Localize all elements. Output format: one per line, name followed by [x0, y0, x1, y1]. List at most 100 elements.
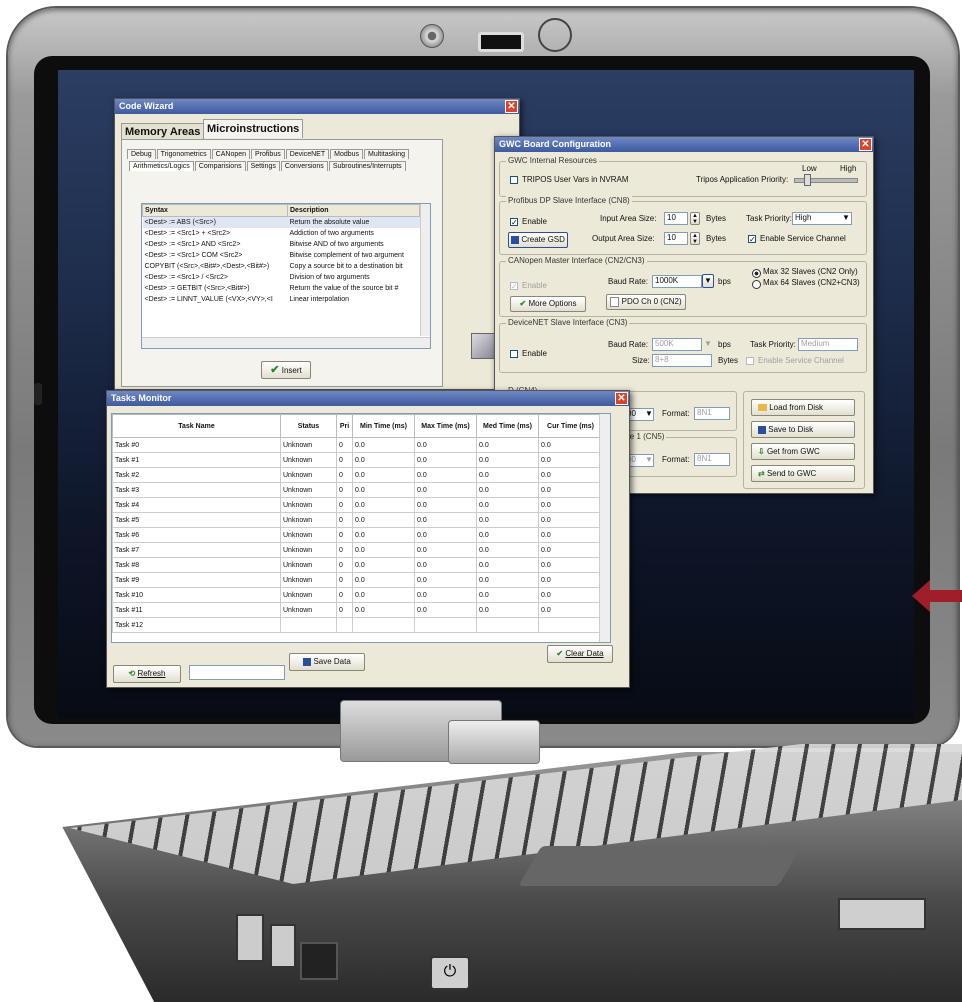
tab-microinstructions[interactable]: Microinstructions: [203, 119, 304, 138]
enable-service-checkbox[interactable]: ✓: [748, 235, 756, 244]
profibus-enable-checkbox[interactable]: ✓: [510, 218, 518, 227]
max-time-cell: 0.0: [414, 572, 477, 588]
send-gwc-button[interactable]: ⇄ Send to GWC: [751, 465, 855, 482]
close-icon[interactable]: ✕: [859, 138, 872, 151]
column-header-med-time[interactable]: Med Time (ms): [476, 414, 539, 438]
tab-modbus[interactable]: Modbus: [330, 149, 364, 159]
max64-radio[interactable]: [752, 280, 761, 289]
table-row[interactable]: Task #11 Unknown 0 0.0 0.0 0.0 0.0: [112, 602, 603, 618]
column-header-description[interactable]: Description: [287, 204, 420, 217]
close-icon[interactable]: ✕: [505, 100, 518, 113]
tab-conversions[interactable]: Conversions: [280, 161, 328, 171]
profibus-label: Profibus DP Slave Interface (CN8): [506, 196, 632, 205]
column-header-max-time[interactable]: Max Time (ms): [414, 414, 477, 438]
devicenet-service-checkbox[interactable]: [746, 357, 754, 365]
tab-trigonometrics[interactable]: Trigonometrics: [156, 149, 211, 159]
column-header-task-name[interactable]: Task Name: [112, 414, 281, 438]
output-size-field[interactable]: 10: [664, 232, 688, 245]
chevron-down-icon[interactable]: ▼: [645, 455, 653, 464]
output-size-stepper[interactable]: ▲ ▼: [690, 232, 700, 245]
chevron-down-icon[interactable]: ▼: [645, 409, 653, 418]
column-header-pri[interactable]: Pri: [336, 414, 353, 438]
devicenet-size-label: Size:: [632, 356, 650, 365]
table-row[interactable]: Task #5 Unknown 0 0.0 0.0 0.0 0.0: [112, 512, 603, 528]
tab-settings[interactable]: Settings: [246, 161, 280, 171]
front-port-2: [270, 924, 296, 968]
cur-time-cell: 0.0: [538, 542, 603, 558]
create-gsd-label: Create GSD: [521, 235, 565, 244]
power-button[interactable]: ⏻: [430, 956, 470, 990]
tab-arithmetics[interactable]: Arithmetics/Logics: [129, 161, 194, 171]
tab-devicenet[interactable]: DeviceNET: [285, 149, 330, 159]
vertical-scrollbar[interactable]: [599, 414, 610, 642]
table-row[interactable]: Task #8 Unknown 0 0.0 0.0 0.0 0.0: [112, 557, 603, 573]
tab-subroutines[interactable]: Subroutines/Interrupts: [328, 161, 406, 171]
tab-debug[interactable]: Debug: [127, 149, 156, 159]
refresh-button[interactable]: ⟲ Refresh: [113, 665, 181, 683]
insert-button[interactable]: ✔ Insert: [261, 361, 311, 379]
status-field[interactable]: [189, 665, 285, 680]
input-size-field[interactable]: 10: [664, 212, 688, 225]
tab-comparisions[interactable]: Comparisions: [194, 161, 246, 171]
table-row[interactable]: <Dest> := <Src1> + <Src2> Addiction of tw…: [143, 228, 420, 239]
column-header-cur-time[interactable]: Cur Time (ms): [538, 414, 603, 438]
table-row[interactable]: Task #1 Unknown 0 0.0 0.0 0.0 0.0: [112, 452, 603, 468]
tripos-checkbox[interactable]: [510, 176, 518, 184]
table-row[interactable]: Task #6 Unknown 0 0.0 0.0 0.0 0.0: [112, 527, 603, 543]
table-row[interactable]: <Dest> := GETBIT (<Src>,<Bit#>) Return th…: [143, 283, 420, 294]
devicenet-enable-checkbox[interactable]: [510, 350, 518, 358]
tab-canopen[interactable]: CANopen: [211, 149, 251, 159]
table-row[interactable]: <Dest> := ABS (<Src>) Return the absolute…: [142, 216, 420, 228]
save-disk-button[interactable]: Save to Disk: [751, 421, 855, 438]
tab-profibus[interactable]: Profibus: [251, 149, 285, 159]
table-row[interactable]: Task #7 Unknown 0 0.0 0.0 0.0 0.0: [112, 542, 603, 558]
devicenet-baud-select[interactable]: 500K: [652, 338, 702, 351]
pdo-button[interactable]: PDO Ch 0 (CN2): [606, 294, 686, 310]
load-disk-button[interactable]: Load from Disk: [751, 399, 855, 416]
table-row[interactable]: Task #9 Unknown 0 0.0 0.0 0.0 0.0: [112, 572, 603, 588]
table-row[interactable]: <Dest> := <Src1> AND <Src2> Bitwise AND o…: [143, 239, 420, 250]
clear-data-button[interactable]: ✔ Clear Data: [547, 645, 613, 663]
devicenet-priority-select[interactable]: Medium: [798, 338, 858, 351]
save-data-button[interactable]: Save Data: [289, 653, 365, 671]
serial2-format-select[interactable]: 8N1: [694, 453, 730, 466]
table-row[interactable]: Task #4 Unknown 0 0.0 0.0 0.0 0.0: [112, 497, 603, 513]
max32-radio[interactable]: [752, 269, 761, 278]
tab-multitasking[interactable]: Multitasking: [364, 149, 409, 159]
status-cell: Unknown: [280, 512, 337, 528]
med-time-cell: 0.0: [476, 542, 539, 558]
min-time-cell: 0.0: [352, 467, 415, 483]
status-cell: Unknown: [280, 482, 337, 498]
column-header-min-time[interactable]: Min Time (ms): [352, 414, 415, 438]
table-row[interactable]: Task #0 Unknown 0 0.0 0.0 0.0 0.0: [112, 437, 603, 453]
wizard-side-icon[interactable]: [471, 333, 495, 359]
close-icon[interactable]: ✕: [615, 392, 628, 405]
table-row[interactable]: Task #3 Unknown 0 0.0 0.0 0.0 0.0: [112, 482, 603, 498]
table-row[interactable]: <Dest> := <Src1> / <Src2> Division of two…: [143, 272, 420, 283]
chevron-down-icon[interactable]: ▼: [704, 339, 712, 348]
horizontal-scrollbar[interactable]: [142, 337, 430, 348]
input-size-stepper[interactable]: ▲ ▼: [690, 212, 700, 225]
hinge-knob: [448, 720, 540, 764]
table-row[interactable]: Task #12: [112, 617, 603, 633]
table-row[interactable]: COPYBIT (<Src>,<Bit#>,<Dest>,<Bit#>) Copy…: [143, 261, 420, 272]
create-gsd-button[interactable]: Create GSD: [508, 232, 568, 248]
priority-slider-thumb[interactable]: [804, 174, 811, 186]
chevron-down-icon[interactable]: ▼: [842, 213, 850, 222]
canopen-baud-select[interactable]: 1000K: [652, 275, 702, 288]
devicenet-bytes-label: Bytes: [718, 356, 739, 365]
get-gwc-button[interactable]: ⇩ Get from GWC: [751, 443, 855, 460]
column-header-syntax[interactable]: Syntax: [142, 204, 288, 217]
more-options-button[interactable]: ✔ More Options: [510, 296, 586, 312]
serial1-format-select[interactable]: 8N1: [694, 407, 730, 420]
table-row[interactable]: Task #10 Unknown 0 0.0 0.0 0.0 0.0: [112, 587, 603, 603]
table-row[interactable]: Task #2 Unknown 0 0.0 0.0 0.0 0.0: [112, 467, 603, 483]
devicenet-size-select[interactable]: 8+8: [652, 354, 712, 367]
chevron-down-icon[interactable]: ▼: [702, 274, 714, 288]
save-disk-label: Save to Disk: [768, 425, 814, 434]
vertical-scrollbar[interactable]: [420, 204, 430, 336]
column-header-status[interactable]: Status: [280, 414, 337, 438]
table-row[interactable]: <Dest> := <Src1> COM <Src2> Bitwise compl…: [143, 250, 420, 261]
canopen-enable-checkbox[interactable]: ✓: [510, 282, 518, 291]
table-row[interactable]: <Dest> := LINNT_VALUE (<VX>,<VY>,<I Linea…: [143, 294, 420, 305]
